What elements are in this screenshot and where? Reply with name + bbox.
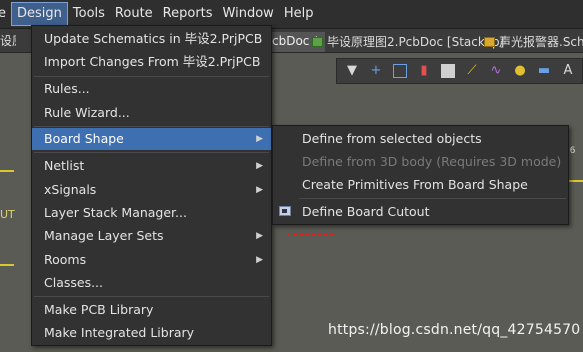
menu-item-label: Update Schematics in 毕设2.PrjPCB: [44, 31, 263, 46]
submenu-arrow-icon: ▶: [256, 255, 263, 265]
component-icon[interactable]: [441, 64, 455, 78]
menu-item-xsignals[interactable]: xSignals ▶: [32, 179, 271, 201]
menu-item-label: Rules...: [44, 81, 90, 96]
menu-item-netlist[interactable]: Netlist ▶: [32, 155, 271, 177]
tab-label: 毕设原理图2.PcbDoc [Stackup]: [327, 34, 505, 49]
menu-item-make-pcb-library[interactable]: Make PCB Library: [32, 299, 271, 321]
wave-icon[interactable]: ∿: [489, 64, 503, 78]
board-cutout-icon: [279, 206, 291, 216]
menu-item-rules[interactable]: Rules...: [32, 78, 271, 100]
tab-pcbdoc-stackup[interactable]: 毕设原理图2.PcbDoc [Stackup]: [312, 32, 504, 52]
submenu-item-label: Define from 3D body (Requires 3D mode): [302, 154, 562, 169]
watermark-text: https://blog.csdn.net/qq_42754570: [328, 322, 581, 338]
menu-item-layer-stack-manager[interactable]: Layer Stack Manager...: [32, 202, 271, 224]
menu-file[interactable]: e: [0, 2, 11, 26]
board-shape-submenu: Define from selected objects Define from…: [272, 125, 569, 225]
menu-item-label: Make Integrated Library: [44, 325, 195, 340]
design-menu-dropdown: Update Schematics in 毕设2.PrjPCB Import C…: [31, 25, 272, 346]
submenu-item-label: Define Board Cutout: [302, 204, 430, 219]
menu-item-board-shape[interactable]: Board Shape ▶: [32, 128, 271, 150]
route-icon[interactable]: ⟋: [465, 64, 479, 78]
menu-separator: [299, 198, 566, 199]
submenu-item-label: Define from selected objects: [302, 131, 482, 146]
submenu-arrow-icon: ▶: [256, 185, 263, 195]
menu-item-import-changes[interactable]: Import Changes From 毕设2.PrjPCB: [32, 51, 271, 73]
trace-line: [567, 180, 583, 182]
canvas-left-label: UT: [0, 208, 15, 221]
submenu-item-create-primitives[interactable]: Create Primitives From Board Shape: [273, 173, 568, 196]
menu-item-label: Netlist: [44, 158, 85, 173]
menu-item-label: Make PCB Library: [44, 302, 154, 317]
submenu-item-define-board-cutout[interactable]: Define Board Cutout: [273, 200, 568, 223]
menu-item-classes[interactable]: Classes...: [32, 272, 271, 294]
menu-item-label: Layer Stack Manager...: [44, 205, 187, 220]
menu-item-update-schematics[interactable]: Update Schematics in 毕设2.PrjPCB: [32, 28, 271, 50]
menu-tools[interactable]: Tools: [68, 2, 110, 26]
tab-schematic-partial[interactable]: 设原: [0, 32, 16, 52]
filter-icon[interactable]: ▼: [345, 64, 359, 78]
submenu-arrow-icon: ▶: [256, 134, 263, 144]
menu-separator: [34, 126, 269, 127]
submenu-item-define-from-selected[interactable]: Define from selected objects: [273, 127, 568, 150]
trace-line: [0, 264, 14, 266]
select-rect-icon[interactable]: [393, 64, 407, 78]
menu-separator: [34, 152, 269, 153]
add-icon[interactable]: +: [369, 64, 383, 78]
submenu-arrow-icon: ▶: [256, 231, 263, 241]
submenu-item-label: Create Primitives From Board Shape: [302, 177, 528, 192]
submenu-arrow-icon: ▶: [256, 161, 263, 171]
trace-line: [0, 170, 14, 172]
menu-item-make-integrated-library[interactable]: Make Integrated Library: [32, 322, 271, 344]
pad-strip: [287, 230, 333, 236]
menu-item-label: Rooms: [44, 252, 87, 267]
menu-item-label: Manage Layer Sets: [44, 228, 164, 243]
menu-item-manage-layer-sets[interactable]: Manage Layer Sets ▶: [32, 225, 271, 247]
pcb-active-toolbar: ▼ + ▮ ⟋ ∿ ● ▬ A: [336, 58, 583, 84]
menu-item-rooms[interactable]: Rooms ▶: [32, 249, 271, 271]
pcb-doc-icon: [312, 37, 323, 47]
sch-doc-icon: [484, 37, 495, 47]
text-icon[interactable]: A: [561, 64, 575, 78]
menu-item-label: Import Changes From 毕设2.PrjPCB: [44, 54, 261, 69]
menu-item-rule-wizard[interactable]: Rule Wizard...: [32, 102, 271, 124]
tab-schdoc[interactable]: 声光报警器.SchD: [484, 32, 583, 52]
menu-route[interactable]: Route: [110, 2, 158, 26]
tab-label: 声光报警器.SchD: [499, 34, 583, 49]
menu-help[interactable]: Help: [279, 2, 319, 26]
chart-icon[interactable]: ▮: [417, 64, 431, 78]
pin-icon[interactable]: ●: [513, 64, 527, 78]
menu-separator: [34, 76, 269, 77]
menu-design[interactable]: Design: [11, 2, 68, 26]
menu-reports[interactable]: Reports: [158, 2, 218, 26]
menu-item-label: Board Shape: [44, 131, 124, 146]
menu-separator: [34, 296, 269, 297]
menu-item-label: xSignals: [44, 182, 97, 197]
menu-window[interactable]: Window: [218, 2, 279, 26]
menu-item-label: Rule Wizard...: [44, 105, 130, 120]
submenu-item-define-from-3d-body[interactable]: Define from 3D body (Requires 3D mode): [273, 150, 568, 173]
layer-icon[interactable]: ▬: [537, 64, 551, 78]
menu-item-label: Classes...: [44, 275, 104, 290]
